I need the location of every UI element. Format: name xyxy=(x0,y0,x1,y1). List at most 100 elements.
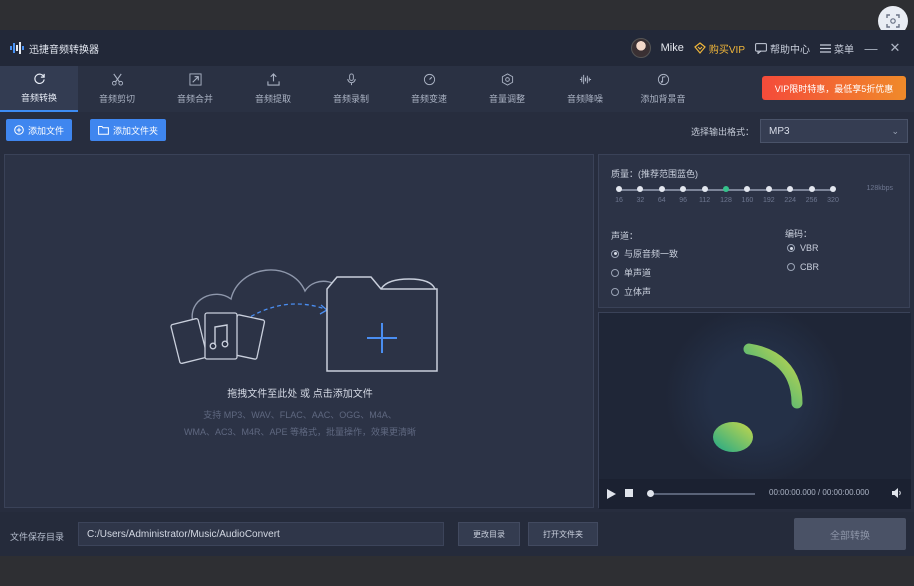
quality-tick[interactable] xyxy=(830,186,836,192)
folder-icon xyxy=(98,126,109,135)
convert-all-button[interactable]: 全部转换 xyxy=(794,518,906,550)
save-directory-label: 文件保存目录 xyxy=(10,532,65,542)
music-note-icon xyxy=(713,343,803,452)
app-title: 迅捷音频转换器 xyxy=(29,44,99,56)
quality-tick[interactable] xyxy=(787,186,794,192)
tool-label: 音频录制 xyxy=(332,94,369,104)
drop-files-illustration xyxy=(170,269,438,372)
noise-reduce-icon xyxy=(579,74,591,85)
background-music-icon xyxy=(657,73,669,86)
quality-tick[interactable] xyxy=(723,186,729,192)
scissors-icon xyxy=(111,73,123,86)
supported-formats-note: 支持 MP3、WAV、FLAC、AAC、OGG、M4A、 WMA、AC3、M4R… xyxy=(145,407,455,441)
buy-vip-button[interactable]: 购买VIP xyxy=(694,41,745,56)
tab-add-background-music[interactable]: 添加背景音 xyxy=(624,66,702,112)
tool-label: 音频转换 xyxy=(20,93,57,103)
radio-indicator xyxy=(611,249,619,258)
audio-preview-panel: 00:00:00.000 / 00:00:00.000 xyxy=(598,312,911,509)
speed-icon xyxy=(423,73,435,86)
channel-option-stereo[interactable]: 立体声 xyxy=(611,285,651,298)
open-folder-button[interactable]: 打开文件夹 xyxy=(528,522,598,546)
hamburger-icon xyxy=(820,43,831,53)
quality-tick-label: 128 xyxy=(720,197,732,204)
menu-button[interactable]: 菜单 xyxy=(820,41,854,56)
title-bar: 迅捷音频转换器 Mike 购买VIP 帮助中心 菜单 — ✕ xyxy=(0,30,914,66)
action-row: 添加文件 添加文件夹 选择输出格式： MP3 ⌄ xyxy=(0,112,914,150)
codec-label: 编码： xyxy=(785,229,813,239)
channel-option-label: 立体声 xyxy=(624,287,652,297)
quality-tick[interactable] xyxy=(637,186,644,192)
tab-noise-reduce[interactable]: 音频降噪 xyxy=(546,66,624,112)
quality-tick[interactable] xyxy=(680,186,687,192)
quality-tick-label: 16 xyxy=(615,197,623,204)
channel-option-mono[interactable]: 单声道 xyxy=(611,266,651,279)
save-directory-field[interactable]: C:/Users/Administrator/Music/AudioConver… xyxy=(78,522,444,546)
tool-label: 添加背景音 xyxy=(640,94,686,104)
tab-audio-merge[interactable]: 音频合并 xyxy=(156,66,234,112)
tool-label: 音频剪切 xyxy=(98,94,135,104)
output-format-value: MP3 xyxy=(769,125,790,137)
tool-label: 音量调整 xyxy=(488,94,525,104)
app-logo: 迅捷音频转换器 xyxy=(10,41,99,56)
tab-audio-cut[interactable]: 音频剪切 xyxy=(78,66,156,112)
quality-tick[interactable] xyxy=(808,186,815,192)
bitrate-unit: 128kbps xyxy=(866,185,893,192)
add-file-button[interactable]: 添加文件 xyxy=(6,119,73,141)
microphone-icon xyxy=(346,73,356,86)
help-center-button[interactable]: 帮助中心 xyxy=(755,41,810,56)
scan-icon xyxy=(886,14,900,28)
progress-knob[interactable] xyxy=(647,490,654,497)
radio-indicator xyxy=(611,268,619,277)
bottom-bar: 文件保存目录 C:/Users/Administrator/Music/Audi… xyxy=(0,512,914,556)
channel-option-label: 单声道 xyxy=(624,268,652,278)
preview-artwork xyxy=(599,313,911,479)
radio-indicator xyxy=(787,244,795,252)
stop-button[interactable] xyxy=(625,489,633,497)
quality-tick-label: 160 xyxy=(741,197,754,204)
file-drop-zone[interactable]: 拖拽文件至此处 或 点击添加文件 支持 MP3、WAV、FLAC、AAC、OGG… xyxy=(4,154,594,508)
volume-adjust-icon xyxy=(501,73,513,86)
supported-formats-line: 支持 MP3、WAV、FLAC、AAC、OGG、M4A、 xyxy=(203,410,397,420)
speaker-icon[interactable] xyxy=(891,487,903,499)
tool-label: 音频提取 xyxy=(254,94,291,104)
app-window: 迅捷音频转换器 Mike 购买VIP 帮助中心 菜单 — ✕ 音频转换 音频剪切… xyxy=(0,30,914,556)
quality-slider[interactable]: 16 32 64 96 112 128 160 192 224 256 320 xyxy=(615,186,839,204)
output-format-label: 选择输出格式： xyxy=(690,127,754,137)
close-button[interactable]: ✕ xyxy=(888,40,902,56)
vip-label: 购买VIP xyxy=(708,44,745,56)
quality-tick-label: 256 xyxy=(805,197,818,204)
quality-tick-label: 96 xyxy=(679,197,688,204)
menu-label: 菜单 xyxy=(834,44,854,56)
output-format-select[interactable]: MP3 ⌄ xyxy=(760,119,908,143)
vip-promo-banner[interactable]: VIP限时特惠，最低享5折优惠 xyxy=(762,76,906,100)
play-button[interactable] xyxy=(607,489,616,499)
quality-tick-label: 64 xyxy=(657,197,666,204)
minimize-button[interactable]: — xyxy=(864,41,878,56)
quality-tick[interactable] xyxy=(616,186,622,192)
quality-tick[interactable] xyxy=(765,186,772,192)
quality-tick[interactable] xyxy=(701,186,708,192)
output-settings-panel: 质量：(推荐范围蓝色) 16 32 64 96 112 128 160 192 224 256 32… xyxy=(598,154,910,308)
codec-option-cbr[interactable]: CBR xyxy=(787,262,819,272)
playback-progress[interactable] xyxy=(647,490,755,497)
chevron-down-icon: ⌄ xyxy=(891,126,899,136)
tab-audio-record[interactable]: 音频录制 xyxy=(312,66,390,112)
tab-volume-adjust[interactable]: 音量调整 xyxy=(468,66,546,112)
add-folder-button[interactable]: 添加文件夹 xyxy=(90,119,167,141)
channel-option-original[interactable]: 与原音频一致 xyxy=(611,247,678,260)
user-name[interactable]: Mike xyxy=(661,42,684,54)
tab-audio-extract[interactable]: 音频提取 xyxy=(234,66,312,112)
refresh-icon xyxy=(33,73,45,84)
quality-label: 质量：(推荐范围蓝色) xyxy=(611,169,698,179)
quality-tick[interactable] xyxy=(658,186,665,192)
codec-option-label: CBR xyxy=(800,262,820,272)
add-folder-label: 添加文件夹 xyxy=(113,125,159,136)
codec-option-vbr[interactable]: VBR xyxy=(787,243,819,253)
tab-audio-convert[interactable]: 音频转换 xyxy=(0,66,78,112)
add-file-label: 添加文件 xyxy=(28,125,65,136)
tab-audio-speed[interactable]: 音频变速 xyxy=(390,66,468,112)
quality-tick-label: 224 xyxy=(784,197,797,204)
quality-tick[interactable] xyxy=(744,186,751,192)
change-directory-button[interactable]: 更改目录 xyxy=(458,522,520,546)
avatar[interactable] xyxy=(630,38,651,58)
